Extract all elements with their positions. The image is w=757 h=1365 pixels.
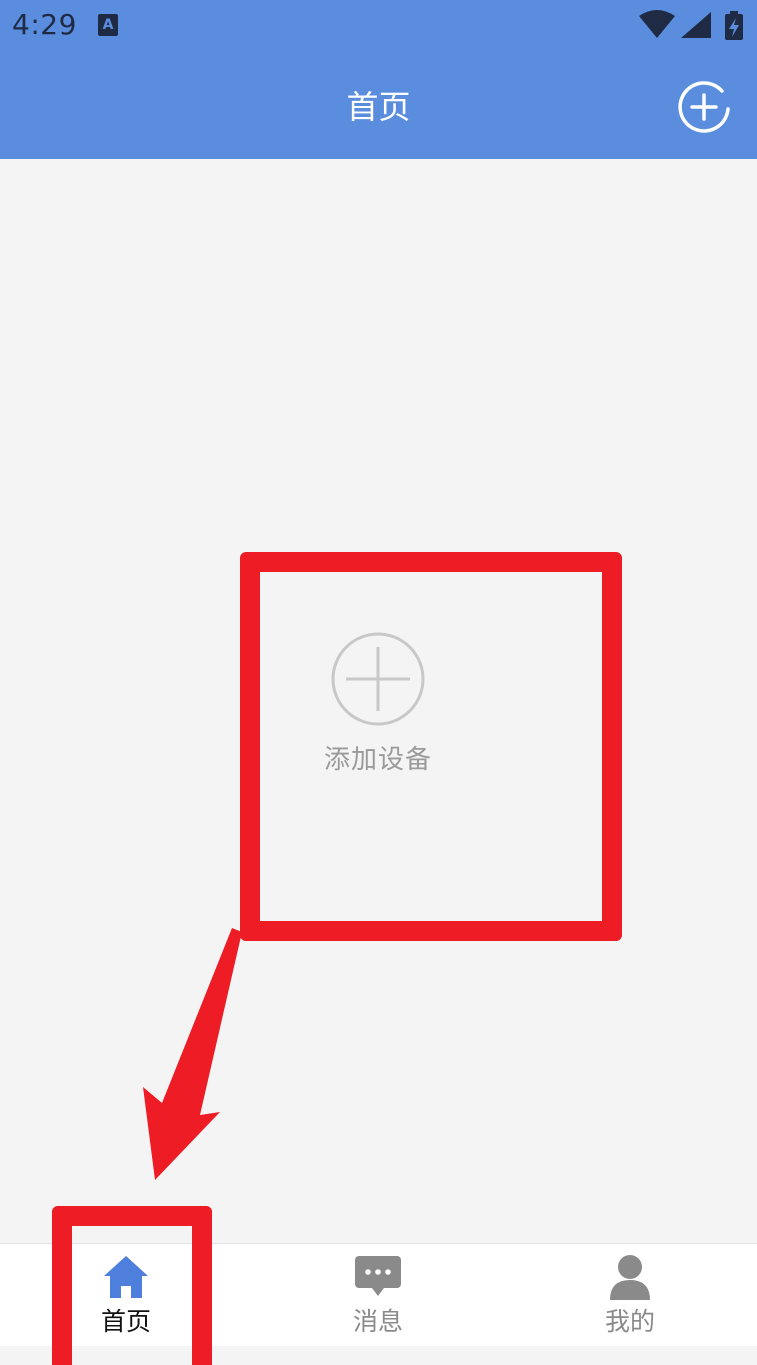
tab-home-label: 首页 [100,1307,151,1336]
battery-charging-icon [725,11,743,40]
add-button[interactable] [676,79,732,135]
add-device-button[interactable]: 添加设备 [308,629,448,779]
status-icons [637,10,747,40]
cell-signal-icon [681,12,711,38]
tab-home[interactable]: 首页 [0,1244,252,1346]
app-bar: 首页 [0,52,757,159]
notification-icon: A [98,14,118,36]
wifi-icon [639,10,675,38]
add-circle-icon [678,81,730,133]
tab-mine[interactable]: 我的 [504,1244,756,1346]
main-content: 添加设备 [0,159,757,1243]
add-device-label: 添加设备 [323,745,432,775]
status-bar: 4:29 A [0,0,757,52]
bottom-tab-bar: 首页 消息 我的 [0,1243,757,1346]
tab-mine-label: 我的 [604,1307,655,1336]
message-icon [355,1256,401,1296]
tab-messages[interactable]: 消息 [252,1244,504,1346]
status-time: 4:29 [12,8,77,41]
add-circle-icon [331,632,425,726]
person-icon [610,1255,650,1300]
home-icon [104,1256,148,1298]
tab-messages-label: 消息 [352,1307,403,1336]
page-title: 首页 [346,88,411,126]
